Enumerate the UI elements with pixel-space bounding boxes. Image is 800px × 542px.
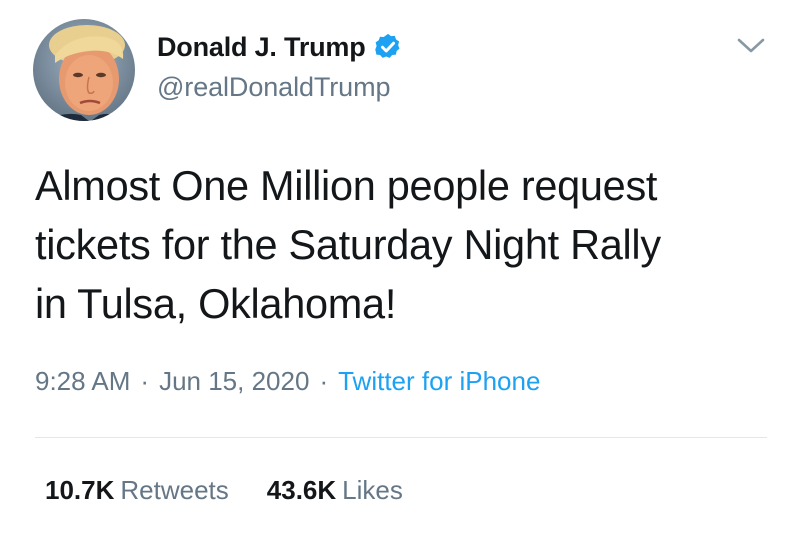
- retweets-stat[interactable]: 10.7K Retweets: [45, 475, 229, 506]
- avatar-photo-icon: [33, 19, 135, 121]
- tweet-text: Almost One Million people request ticket…: [35, 162, 661, 327]
- handle[interactable]: @realDonaldTrump: [157, 72, 403, 103]
- retweets-label: Retweets: [120, 475, 229, 505]
- tweet-source-link[interactable]: Twitter for iPhone: [338, 366, 540, 397]
- likes-count: 43.6K: [266, 475, 337, 505]
- meta-separator: ·: [319, 366, 329, 396]
- tweet-card: Donald J. Trump @realDonaldTrump Almost …: [0, 0, 800, 542]
- verified-badge-icon: [373, 32, 403, 62]
- author-block[interactable]: Donald J. Trump @realDonaldTrump: [157, 30, 403, 103]
- chevron-down-icon[interactable]: [734, 30, 768, 60]
- retweets-count: 10.7K: [45, 475, 115, 505]
- tweet-meta: 9:28 AM · Jun 15, 2020 · Twitter for iPh…: [35, 366, 540, 397]
- avatar[interactable]: [33, 19, 135, 121]
- likes-label: Likes: [342, 475, 403, 505]
- tweet-stats: 10.7K Retweets 43.6K Likes: [45, 475, 403, 506]
- tweet-date[interactable]: Jun 15, 2020: [159, 366, 309, 397]
- meta-separator: ·: [140, 366, 150, 396]
- divider: [35, 437, 767, 438]
- likes-stat[interactable]: 43.6K Likes: [267, 475, 403, 506]
- display-name[interactable]: Donald J. Trump: [157, 32, 366, 63]
- tweet-time[interactable]: 9:28 AM: [35, 366, 130, 397]
- name-row: Donald J. Trump: [157, 30, 403, 64]
